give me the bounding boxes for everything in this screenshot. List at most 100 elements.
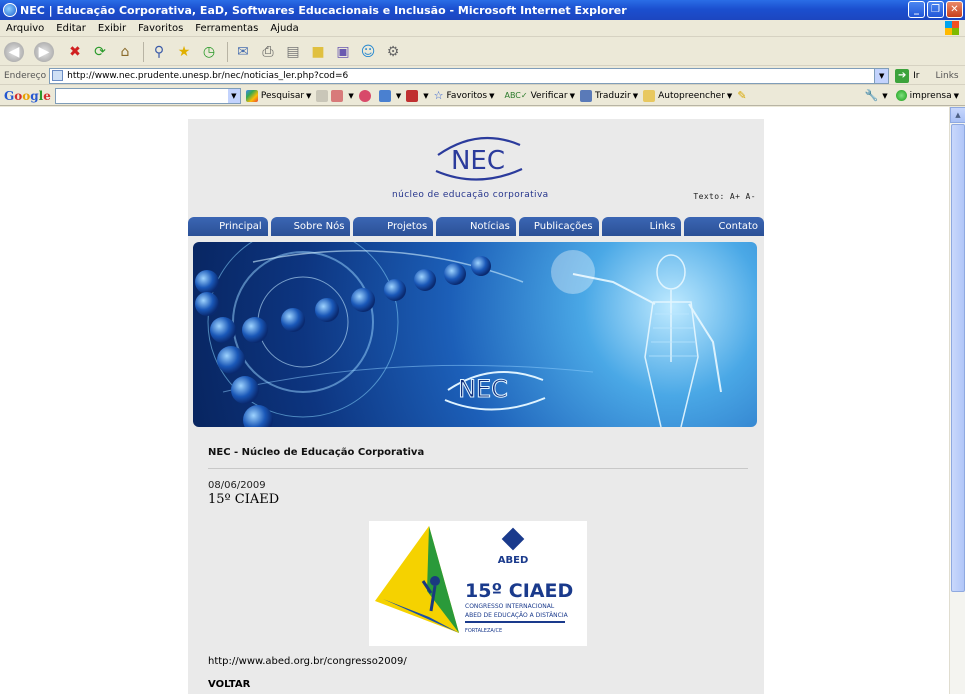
- restore-button[interactable]: ❐: [927, 1, 944, 18]
- banner-sphere: [217, 346, 245, 374]
- window-controls: _ ❐ ✕: [908, 1, 963, 18]
- nav-contato[interactable]: Contato: [684, 217, 765, 236]
- menu-editar[interactable]: Editar: [50, 23, 92, 34]
- menu-ferramentas[interactable]: Ferramentas: [189, 23, 264, 34]
- congress-line-2: ABED DE EDUCAÇÃO A DISTÂNCIA: [465, 612, 569, 619]
- windows-flag-icon: [945, 21, 959, 35]
- caret-down-icon: ▼: [726, 91, 733, 100]
- banner-sphere: [195, 292, 219, 316]
- star-icon: ☆: [433, 89, 444, 102]
- nav-sobre-nos[interactable]: Sobre Nós: [270, 217, 351, 236]
- forward-icon[interactable]: ▶: [34, 41, 54, 62]
- messenger-icon[interactable]: ☺: [357, 41, 379, 63]
- google-news-button[interactable]: ▼: [316, 89, 354, 102]
- bookmark-icon: [406, 89, 419, 102]
- figure-head: [656, 254, 686, 290]
- tools-icon[interactable]: ⚙: [382, 41, 404, 63]
- logo-text: NEC: [451, 146, 505, 176]
- abed-symbol: [501, 527, 525, 551]
- congress-link[interactable]: http://www.abed.org.br/congresso2009/: [208, 656, 748, 667]
- favoritos-label: Favoritos: [446, 90, 488, 101]
- menu-favoritos[interactable]: Favoritos: [132, 23, 189, 34]
- google-popup-button[interactable]: [358, 89, 374, 102]
- history-icon[interactable]: ◷: [198, 41, 220, 63]
- back-icon[interactable]: ◀: [4, 41, 24, 62]
- go-label: Ir: [913, 70, 920, 81]
- menu-exibir[interactable]: Exibir: [92, 23, 132, 34]
- google-traduzir-button[interactable]: Traduzir ▼: [580, 89, 639, 102]
- address-dropdown-icon[interactable]: ▼: [874, 68, 889, 83]
- banner-sphere: [471, 256, 491, 276]
- nav-links[interactable]: Links: [601, 217, 682, 236]
- highlighter-icon: ✎: [737, 89, 747, 102]
- close-button[interactable]: ✕: [946, 1, 963, 18]
- google-logo-letter: e: [43, 88, 51, 103]
- address-bar: Endereço http://www.nec.prudente.unesp.b…: [0, 67, 965, 85]
- nav-principal[interactable]: Principal: [188, 217, 268, 236]
- google-highlight-button[interactable]: ✎: [737, 89, 746, 102]
- mail-icon[interactable]: ✉: [232, 41, 254, 63]
- ciaed-title: 15º CIAED: [465, 580, 573, 602]
- print-icon[interactable]: ⎙: [257, 41, 279, 63]
- refresh-icon[interactable]: ⟳: [89, 41, 111, 63]
- caret-down-icon: ▼: [348, 91, 354, 100]
- menu-arquivo[interactable]: Arquivo: [0, 23, 50, 34]
- window-title-bar: NEC | Educação Corporativa, EaD, Softwar…: [0, 0, 965, 20]
- address-input[interactable]: http://www.nec.prudente.unesp.br/nec/not…: [49, 67, 890, 84]
- imprensa-button[interactable]: imprensa: [910, 91, 952, 101]
- page-viewport: NEC núcleo de educação corporativa Texto…: [0, 107, 949, 694]
- popup-blocker-icon: [358, 89, 371, 102]
- google-favoritos-button[interactable]: ☆ Favoritos ▼: [434, 89, 495, 102]
- banner-sphere: [231, 376, 259, 404]
- nav-noticias[interactable]: Notícias: [436, 217, 516, 236]
- caret-down-icon: ▼: [632, 91, 639, 100]
- banner-logo-mark: NEC: [444, 371, 546, 411]
- menu-ajuda[interactable]: Ajuda: [264, 23, 304, 34]
- go-arrow-icon: ➔: [895, 68, 910, 83]
- abed-text: ABED: [498, 555, 529, 566]
- google-search-input[interactable]: ▼: [54, 87, 241, 104]
- back-link[interactable]: VOLTAR: [208, 679, 748, 690]
- google-toolbar: Google ▼ Pesquisar ▼ ▼ ▼ ▼ ☆ Favoritos ▼ A…: [0, 86, 965, 106]
- google-bookmark-button[interactable]: ▼: [406, 89, 429, 102]
- minimize-button[interactable]: _: [908, 1, 925, 18]
- nav-projetos[interactable]: Projetos: [353, 217, 434, 236]
- news-date: 08/06/2009: [208, 480, 266, 491]
- banner-art: NEC: [195, 242, 722, 427]
- discuss-icon[interactable]: ■: [307, 41, 329, 63]
- autopreencher-label: Autopreencher: [658, 90, 725, 101]
- vertical-scrollbar[interactable]: ▲: [949, 107, 965, 694]
- nav-publicacoes[interactable]: Publicações: [518, 217, 599, 236]
- edit-icon[interactable]: ▤: [282, 41, 304, 63]
- search-icon[interactable]: ⚲: [148, 41, 170, 63]
- google-autopreencher-button[interactable]: Autopreencher ▼: [643, 89, 733, 102]
- banner-sphere: [315, 298, 339, 322]
- google-search-icon: [245, 89, 258, 102]
- autofill-icon: [643, 89, 656, 102]
- google-pesquisar-button[interactable]: Pesquisar ▼: [245, 89, 311, 102]
- research-icon[interactable]: ▣: [332, 41, 354, 63]
- plus-icon: [378, 89, 391, 102]
- links-button[interactable]: Links: [936, 71, 959, 81]
- banner-sphere: [351, 288, 375, 312]
- sail-shape: [375, 526, 459, 633]
- nec-logo[interactable]: NEC: [428, 133, 528, 183]
- go-button[interactable]: ➔ Ir: [895, 68, 920, 83]
- scroll-thumb[interactable]: [951, 124, 965, 592]
- wrench-icon[interactable]: 🔧: [865, 89, 879, 102]
- scroll-up-icon[interactable]: ▲: [950, 107, 965, 123]
- text-size-controls[interactable]: Texto: A+ A-: [693, 192, 756, 201]
- home-icon[interactable]: ⌂: [114, 41, 136, 63]
- banner-sphere: [384, 279, 406, 301]
- news-title: 15º CIAED: [208, 492, 280, 507]
- caret-down-icon: ▼: [953, 91, 959, 100]
- stop-icon[interactable]: ✖: [64, 41, 86, 63]
- google-right-tools: 🔧 ▼ imprensa ▼: [865, 89, 959, 102]
- news-icon: [316, 89, 329, 102]
- favorites-star-icon[interactable]: ★: [173, 41, 195, 63]
- translate-icon: [580, 89, 593, 102]
- google-plus-button[interactable]: ▼: [378, 89, 401, 102]
- google-verificar-button[interactable]: ABC✓ Verificar ▼: [504, 91, 575, 101]
- banner-logo: NEC: [458, 375, 508, 403]
- google-search-dropdown-icon[interactable]: ▼: [227, 88, 240, 103]
